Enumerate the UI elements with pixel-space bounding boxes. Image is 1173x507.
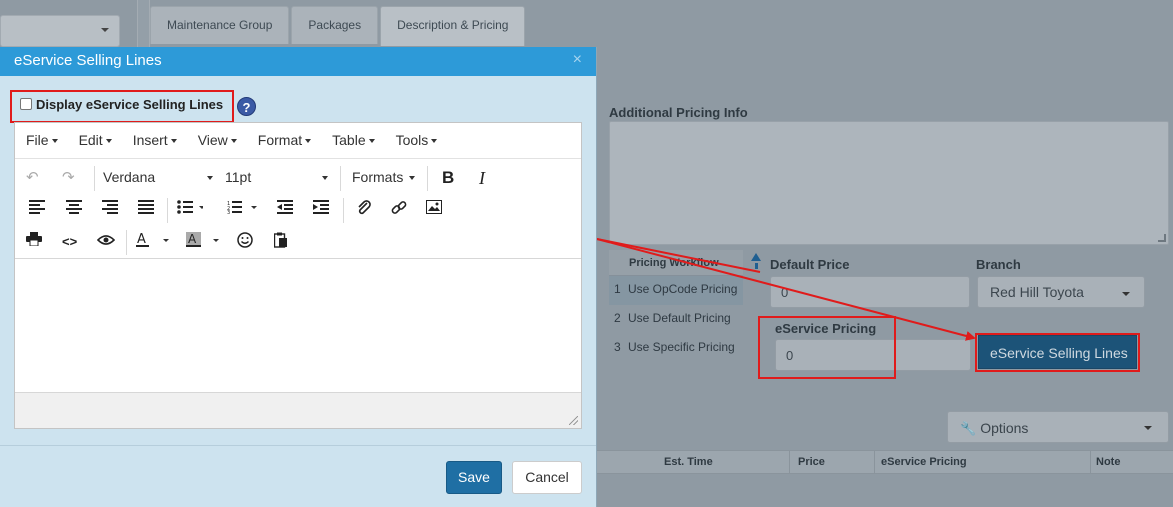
bullet-list-icon[interactable] — [177, 200, 205, 220]
toolbar-row-2: 123 — [15, 193, 581, 225]
menu-label: Table — [332, 132, 366, 148]
display-eservice-checkbox[interactable] — [20, 98, 32, 110]
italic-icon[interactable]: I — [479, 168, 485, 188]
menu-tools[interactable]: Tools — [396, 132, 438, 158]
numbered-list-icon[interactable]: 123 — [227, 200, 257, 220]
menu-view[interactable]: View — [198, 132, 237, 158]
text-color-icon[interactable]: A — [136, 232, 170, 252]
menu-label: Format — [257, 132, 303, 148]
editor-menubar: File Edit Insert View Format Table Tools — [15, 123, 581, 159]
eservice-selling-lines-modal: eService Selling Lines × Display eServic… — [0, 47, 597, 507]
save-button[interactable]: Save — [446, 461, 502, 494]
align-justify-icon[interactable] — [138, 200, 154, 220]
menu-label: Tools — [395, 132, 429, 148]
help-icon[interactable]: ? — [237, 97, 256, 116]
menu-file[interactable]: File — [26, 132, 58, 158]
menu-table[interactable]: Table — [332, 132, 375, 158]
annotation-arrow — [596, 238, 761, 273]
outdent-icon[interactable] — [277, 200, 293, 220]
redo-icon[interactable]: ↷ — [62, 168, 75, 188]
indent-icon[interactable] — [313, 200, 329, 220]
background-color-icon[interactable]: A — [186, 232, 222, 252]
undo-icon[interactable]: ↶ — [26, 168, 39, 188]
modal-header: eService Selling Lines × — [0, 47, 596, 76]
source-code-icon[interactable]: <> — [62, 232, 77, 252]
align-center-icon[interactable] — [66, 200, 82, 220]
cancel-button[interactable]: Cancel — [512, 461, 582, 494]
menu-label: View — [197, 132, 228, 148]
formats-label: Formats — [352, 169, 404, 185]
align-left-icon[interactable] — [29, 200, 45, 220]
editor-content-area[interactable] — [15, 258, 581, 392]
modal-footer: Save Cancel — [0, 445, 596, 507]
svg-text:3: 3 — [227, 210, 230, 214]
formats-select[interactable]: Formats — [352, 169, 415, 185]
emoticon-icon[interactable] — [237, 232, 253, 252]
close-icon[interactable]: × — [573, 52, 582, 68]
editor-statusbar — [15, 392, 581, 428]
image-icon[interactable] — [426, 200, 442, 220]
font-size-select[interactable]: 11pt — [225, 169, 328, 185]
font-size-value: 11pt — [225, 169, 252, 185]
display-eservice-label[interactable]: Display eService Selling Lines — [36, 97, 223, 112]
menu-label: File — [26, 132, 49, 148]
resize-handle-icon[interactable] — [569, 416, 578, 425]
font-family-select[interactable]: Verdana — [103, 169, 213, 185]
toolbar-row-3: <> A A — [15, 225, 581, 257]
rich-text-editor: File Edit Insert View Format Table Tools… — [14, 122, 582, 429]
menu-edit[interactable]: Edit — [79, 132, 112, 158]
menu-label: Edit — [78, 132, 103, 148]
link-icon[interactable] — [391, 200, 407, 220]
font-family-value: Verdana — [103, 169, 156, 185]
svg-text:A: A — [137, 232, 146, 247]
toolbar-row-1: ↶ ↷ Verdana 11pt Formats B I — [15, 161, 581, 193]
modal-title: eService Selling Lines — [14, 52, 162, 69]
display-eservice-checkbox-row[interactable]: Display eService Selling Lines — [10, 90, 234, 123]
print-icon[interactable] — [26, 232, 42, 252]
paste-icon[interactable] — [273, 232, 288, 252]
preview-eye-icon[interactable] — [96, 232, 116, 252]
attachment-icon[interactable] — [356, 200, 372, 220]
bold-icon[interactable]: B — [442, 168, 454, 188]
menu-label: Insert — [132, 132, 168, 148]
annotation-arrow — [596, 238, 976, 341]
menu-format[interactable]: Format — [257, 132, 312, 158]
menu-insert[interactable]: Insert — [133, 132, 177, 158]
align-right-icon[interactable] — [102, 200, 118, 220]
svg-text:A: A — [188, 232, 197, 246]
